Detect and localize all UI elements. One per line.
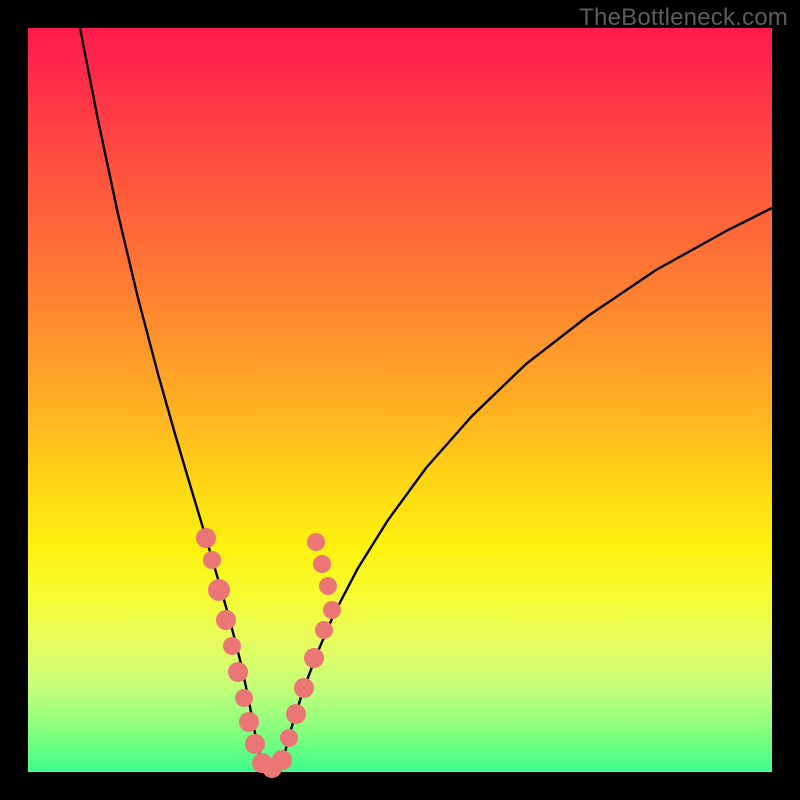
data-point	[235, 689, 253, 707]
data-point-layer	[196, 528, 341, 778]
data-point	[203, 551, 221, 569]
data-point	[294, 678, 314, 698]
data-point	[228, 662, 248, 682]
data-point	[245, 734, 265, 754]
bottleneck-curve-right	[280, 208, 772, 772]
data-point	[315, 621, 333, 639]
data-point	[223, 637, 241, 655]
data-point	[307, 533, 325, 551]
data-point	[239, 712, 259, 732]
bottleneck-curve-left	[80, 28, 263, 772]
data-point	[304, 648, 324, 668]
chart-frame	[28, 28, 772, 772]
data-point	[323, 601, 341, 619]
data-point	[196, 528, 216, 548]
data-point	[319, 577, 337, 595]
data-point	[216, 610, 236, 630]
data-point	[272, 750, 292, 770]
data-point	[280, 729, 298, 747]
data-point	[208, 579, 230, 601]
chart-svg	[28, 28, 772, 772]
data-point	[313, 555, 331, 573]
data-point	[286, 704, 306, 724]
